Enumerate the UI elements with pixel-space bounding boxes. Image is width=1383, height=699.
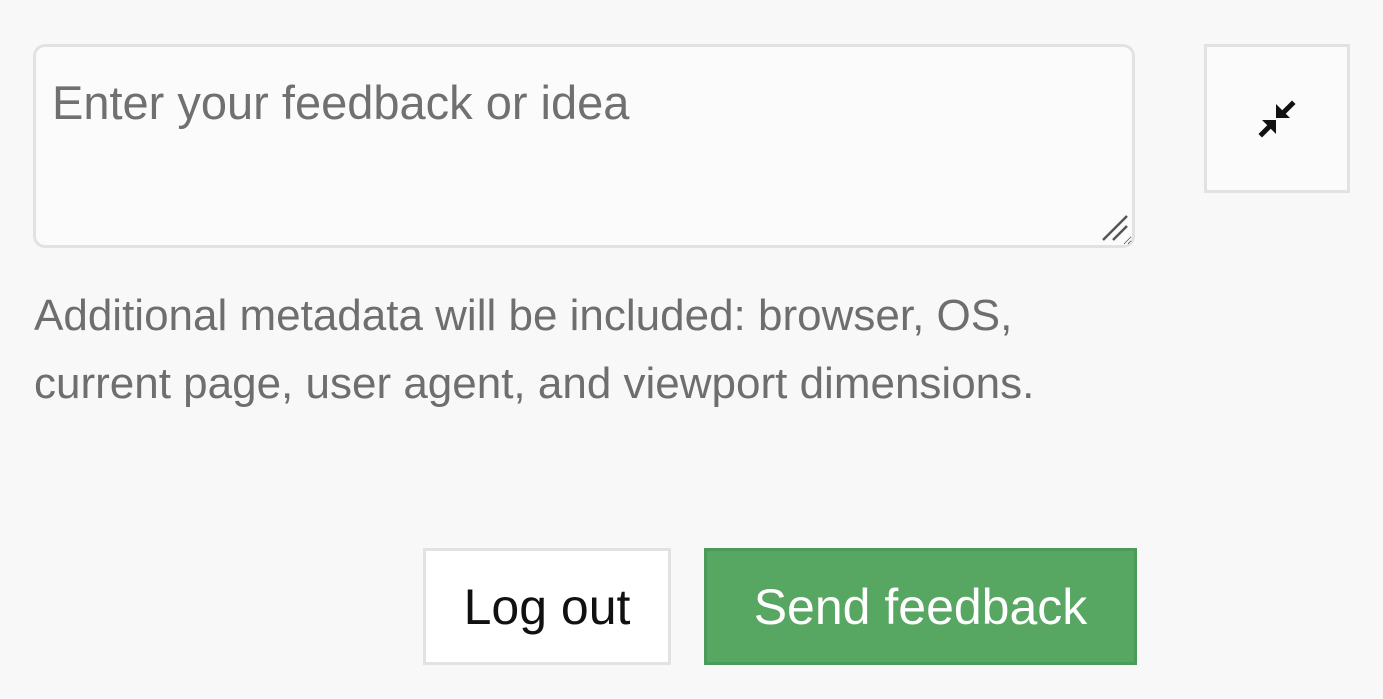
metadata-note: Additional metadata will be included: br… (34, 291, 1035, 408)
logout-button[interactable]: Log out (423, 548, 671, 665)
collapse-arrows-icon (1258, 99, 1296, 138)
feedback-input[interactable] (33, 44, 1135, 248)
collapse-button[interactable] (1204, 44, 1350, 193)
send-feedback-button[interactable]: Send feedback (704, 548, 1137, 665)
